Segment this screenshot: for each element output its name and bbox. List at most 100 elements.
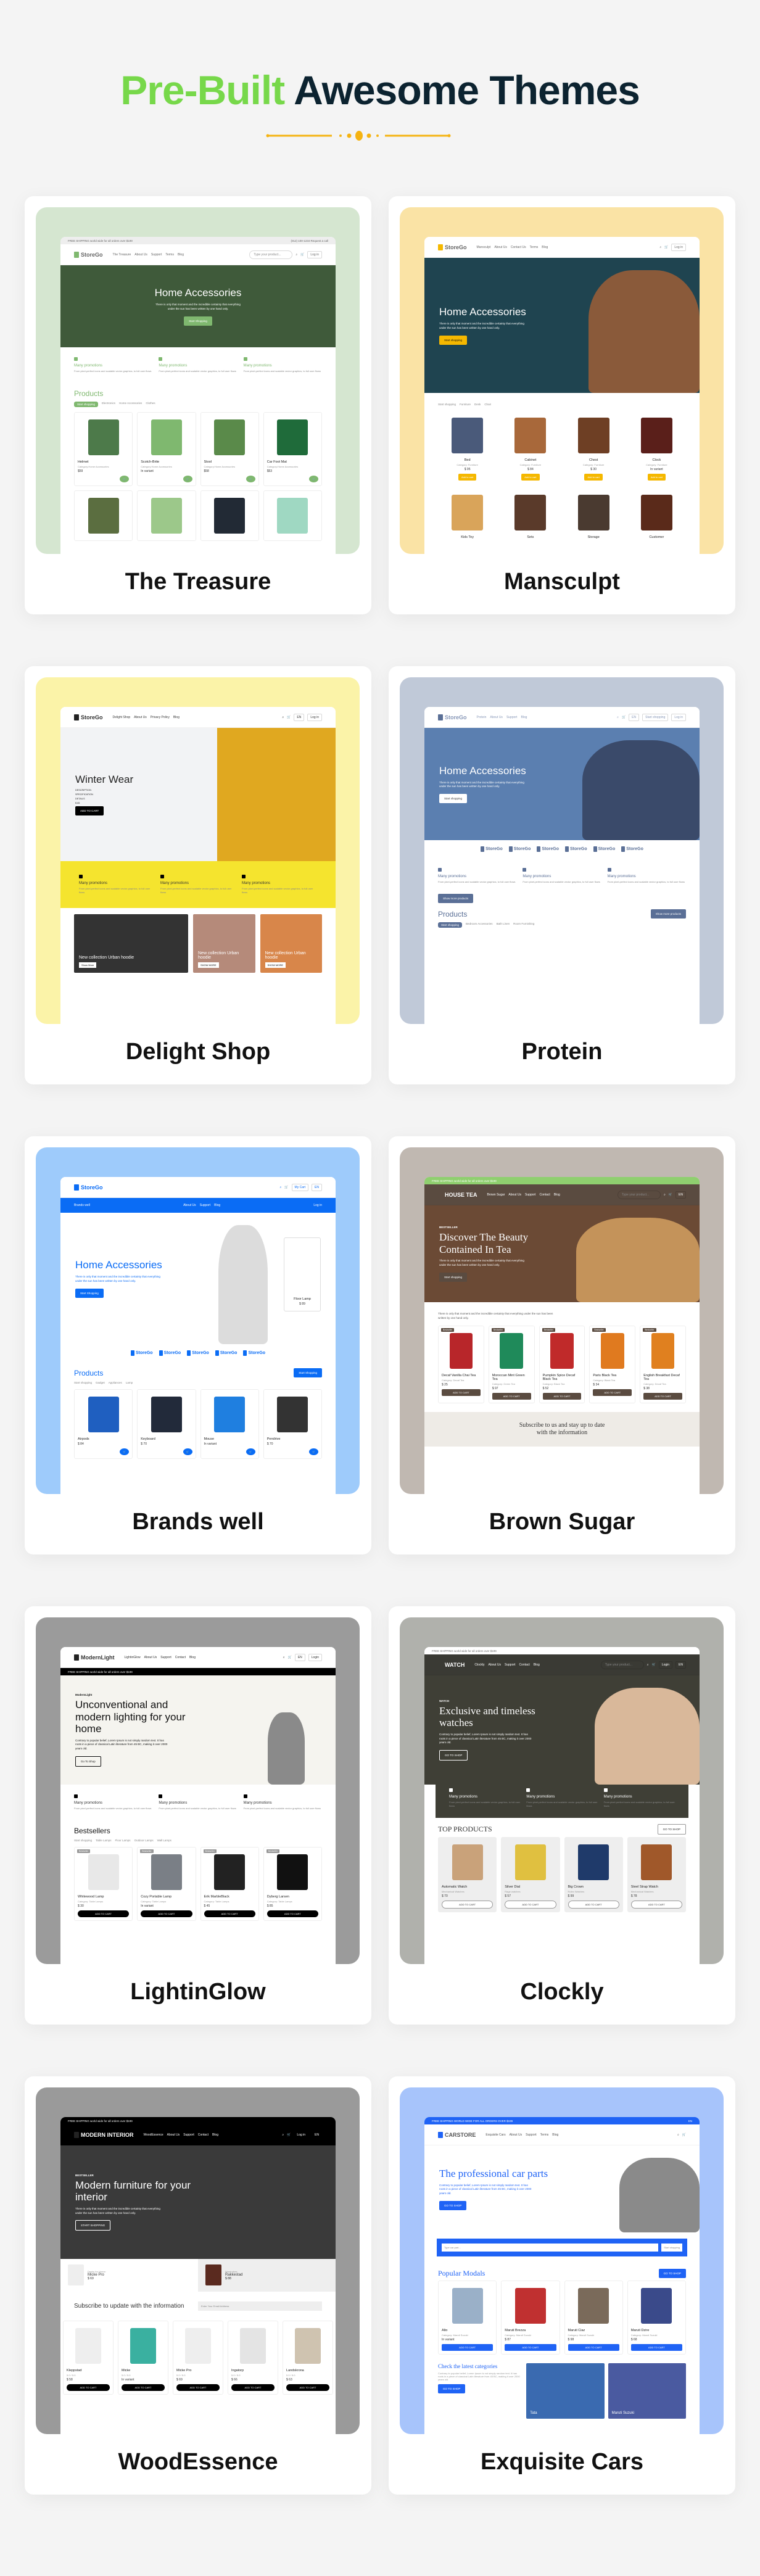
theme-preview[interactable]: ModernLight LightinGlow About Us Support Con… — [36, 1617, 360, 1964]
category-tab[interactable]: Clothes — [146, 402, 155, 407]
brand-logo[interactable]: StoreGo — [243, 1350, 265, 1356]
collection-banner[interactable]: New collection Urban hoodie Show More — [74, 914, 188, 973]
hero-button[interactable]: START SHOPPING — [75, 2220, 111, 2231]
cart-icon[interactable]: 🛒 — [246, 1448, 255, 1455]
cart-icon[interactable]: 🛒 — [622, 716, 626, 719]
nav-link[interactable]: Support — [183, 2133, 194, 2137]
theme-name[interactable]: The Treasure — [25, 569, 371, 595]
nav-link[interactable]: LightinGlow — [125, 1656, 141, 1659]
show-more-button[interactable]: Show more products — [438, 894, 474, 903]
site-logo[interactable]: StoreGo — [438, 244, 467, 250]
theme-preview[interactable]: FREE SHIPPING world wide for all orders … — [36, 2087, 360, 2434]
category-tab[interactable]: Start shopping — [74, 1839, 92, 1842]
category-card[interactable]: Maruti Suzuki — [608, 2363, 686, 2419]
nav-link[interactable]: Clockly — [474, 1663, 484, 1667]
add-to-cart-button[interactable]: ADD TO CART — [568, 2344, 619, 2351]
add-to-cart-button[interactable]: ADD TO CART — [492, 1392, 531, 1400]
section-button[interactable]: Show more products — [650, 909, 686, 919]
add-to-cart-button[interactable]: ADD TO CART — [122, 2384, 165, 2391]
add-to-cart-button[interactable]: ADD TO CART — [442, 2344, 494, 2351]
category-tab[interactable]: Room Furnishing — [513, 922, 534, 928]
product-card[interactable] — [137, 490, 196, 541]
nav-link[interactable]: About Us — [494, 246, 507, 249]
cart-icon[interactable]: 🛒 — [183, 1448, 192, 1455]
header-action-button[interactable]: EN — [294, 713, 305, 721]
category-tab[interactable]: Lamp — [126, 1381, 133, 1384]
nav-link[interactable]: Blog — [189, 1656, 196, 1659]
search-input[interactable]: Type your product... — [249, 250, 293, 259]
nav-link[interactable]: Exquisite Cars — [485, 2133, 505, 2137]
site-logo[interactable]: StoreGo — [74, 1184, 103, 1191]
add-to-cart-button[interactable]: ADD TO CART — [505, 2344, 556, 2351]
cart-icon[interactable]: 🛒 — [300, 253, 304, 257]
site-logo[interactable]: ModernLight — [74, 1654, 115, 1661]
nav-link[interactable]: About Us — [144, 1656, 157, 1659]
add-to-cart-button[interactable]: ADD TO CART — [176, 2384, 220, 2391]
nav-link[interactable]: Support — [526, 2133, 537, 2137]
nav-link[interactable]: Terms — [540, 2133, 549, 2137]
brand-logo[interactable]: StoreGo — [481, 846, 503, 852]
brand-logo[interactable]: StoreGo — [537, 846, 559, 852]
nav-link[interactable]: About Us — [508, 1193, 521, 1197]
product-card[interactable]: Bestseller Moroccan Mint Green Tea Categor… — [488, 1325, 535, 1403]
header-action-button[interactable]: Log in — [294, 2131, 309, 2139]
header-action-button[interactable]: Login — [658, 1661, 673, 1669]
nav-link[interactable]: WoodEssence — [144, 2133, 163, 2137]
theme-card[interactable]: FREE SHIPPING world wide for all orders … — [389, 1136, 735, 1554]
theme-card[interactable]: StoreGo ⌕ 🛒 My Cart EN Brands well About Us Sup… — [25, 1136, 371, 1554]
nav-link[interactable]: Blog — [534, 1663, 540, 1667]
nav-link[interactable]: Contact Us — [511, 246, 526, 249]
category-select[interactable]: Start shopping — [661, 2244, 682, 2252]
product-card[interactable] — [74, 490, 133, 541]
product-card[interactable]: Customer — [627, 488, 686, 542]
cart-icon[interactable]: 🛒 — [664, 246, 668, 249]
nav-link[interactable]: Blog — [521, 716, 527, 719]
section-button[interactable]: Start Shopping — [294, 1368, 322, 1377]
hero-button[interactable]: Start shopping — [439, 335, 468, 345]
header-action-button[interactable]: EN — [312, 2131, 322, 2139]
add-to-cart-button[interactable]: Add to cart — [521, 474, 540, 481]
nav-link[interactable]: About Us — [134, 253, 147, 257]
nav-link[interactable]: Terms — [165, 253, 174, 257]
add-to-cart-button[interactable]: Add to cart — [458, 474, 477, 481]
product-card[interactable]: Mouse In variant 🛒 — [200, 1389, 259, 1459]
product-card[interactable]: Bestseller Whitewood Lamp Category: Table … — [74, 1847, 133, 1921]
add-to-cart-button[interactable]: ADD TO CART — [442, 1901, 494, 1909]
search-icon[interactable]: ⌕ — [659, 246, 661, 249]
brand-logo[interactable]: StoreGo — [565, 846, 587, 852]
product-card[interactable]: Silver Dial Rage watches $ 57 ADD TO CART — [501, 1837, 560, 1912]
detail-tab[interactable]: SPECIFICATION — [75, 793, 321, 796]
category-tab[interactable]: Start shopping — [438, 403, 456, 406]
category-tab[interactable]: Chair — [484, 403, 491, 406]
nav-link[interactable]: Mansculpt — [477, 246, 491, 249]
search-icon[interactable]: ⌕ — [280, 1186, 282, 1189]
nav-link[interactable]: Blog — [542, 246, 548, 249]
cart-icon[interactable]: 🛒 — [287, 716, 291, 719]
category-tab[interactable]: Appliances — [109, 1381, 122, 1384]
add-to-cart-button[interactable]: ADD TO CART — [630, 2344, 682, 2351]
product-card[interactable]: Chest Category: Furniture $ 30 Add to cart — [564, 411, 623, 484]
category-tab[interactable]: Desk — [474, 403, 481, 406]
collection-button[interactable]: SHOW MORE — [198, 962, 219, 968]
theme-name[interactable]: Brown Sugar — [389, 1509, 735, 1535]
product-card[interactable] — [263, 490, 322, 541]
nav-link[interactable]: Support — [151, 253, 162, 257]
product-card[interactable]: Bestseller Erik MarbleBlack Category: Tabl… — [200, 1847, 259, 1921]
category-tab[interactable]: Furniture — [460, 403, 471, 406]
product-card[interactable]: Bestseller Cozy Portable Lamp Category: Ta… — [137, 1847, 196, 1921]
nav-link[interactable]: Blog — [554, 1193, 560, 1197]
cart-icon[interactable]: 🛒 — [287, 2133, 291, 2137]
theme-preview[interactable]: StoreGo ⌕ 🛒 My Cart EN Brands well About Us Sup… — [36, 1147, 360, 1494]
product-card[interactable]: Kids Toy — [438, 488, 497, 542]
header-action-button[interactable]: EN — [629, 713, 640, 721]
add-to-cart-button[interactable]: ADD TO CART — [542, 1392, 582, 1400]
mini-product[interactable]: Wardrobes: Rakkestad $ 88 — [198, 2258, 336, 2292]
product-card[interactable]: Bestseller Paris Black Tea Category: Black… — [589, 1325, 636, 1403]
nav-link[interactable]: Support — [160, 1656, 171, 1659]
email-input[interactable]: Enter Your Email Address — [198, 2301, 322, 2311]
mini-product[interactable]: Desks for Home: Micke Pro $ 69 — [60, 2258, 198, 2292]
category-tab[interactable]: Gadget — [96, 1381, 105, 1384]
cart-icon[interactable]: 🛒 — [669, 1193, 672, 1197]
nav-bar-title[interactable]: Brands well — [74, 1203, 90, 1207]
add-to-cart-button[interactable]: Add to cart — [647, 474, 666, 481]
